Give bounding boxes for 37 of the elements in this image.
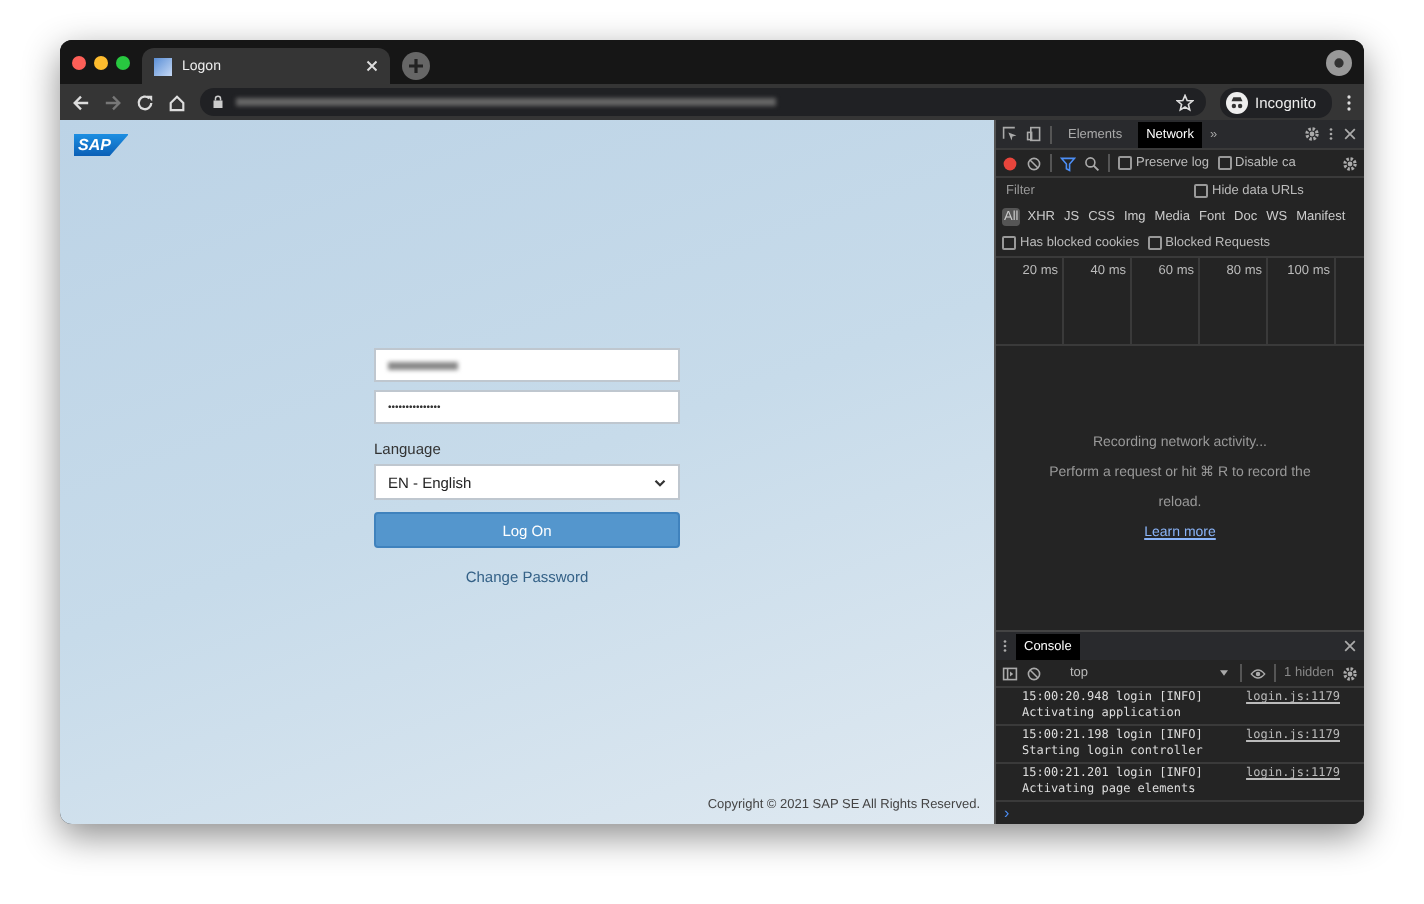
close-drawer-icon[interactable]: [1342, 638, 1358, 654]
drawer-menu-icon[interactable]: [1002, 638, 1008, 654]
lock-icon: [212, 94, 224, 110]
sidebar-icon[interactable]: [1002, 665, 1018, 681]
forward-icon[interactable]: [104, 93, 122, 111]
maximize-window-icon[interactable]: [116, 55, 130, 69]
console-prompt[interactable]: ›: [996, 802, 1364, 824]
console-settings-icon[interactable]: [1342, 665, 1358, 681]
filter-icon[interactable]: [1060, 155, 1076, 171]
new-tab-icon[interactable]: [402, 52, 430, 80]
incognito-icon: [1225, 91, 1248, 113]
bookmark-star-icon[interactable]: [1175, 93, 1194, 111]
settings-icon[interactable]: [1304, 126, 1320, 142]
close-icon[interactable]: [1342, 126, 1358, 142]
username-field[interactable]: [374, 348, 680, 382]
chevron-down-icon: [654, 477, 666, 487]
clear-icon[interactable]: [1026, 155, 1042, 171]
sap-logo: SAP: [74, 134, 129, 156]
browser-menu-icon[interactable]: [1346, 93, 1352, 111]
more-options-icon[interactable]: [1328, 126, 1334, 142]
reload-icon[interactable]: [136, 93, 154, 111]
account-icon[interactable]: [1326, 49, 1352, 75]
network-settings-icon[interactable]: [1342, 155, 1358, 171]
device-toolbar-icon[interactable]: [1026, 126, 1042, 142]
eye-icon[interactable]: [1250, 665, 1267, 681]
dropdown-arrow-icon: [1220, 670, 1229, 676]
back-icon[interactable]: [72, 93, 90, 111]
close-window-icon[interactable]: [72, 55, 86, 69]
favicon-icon: [154, 57, 172, 75]
minimize-window-icon[interactable]: [94, 55, 108, 69]
search-icon[interactable]: [1084, 155, 1100, 171]
record-icon[interactable]: [1002, 155, 1018, 171]
home-icon[interactable]: [168, 93, 186, 111]
inspect-element-icon[interactable]: [1002, 126, 1018, 142]
blurred-username: [388, 361, 458, 369]
clear-console-icon[interactable]: [1026, 665, 1042, 681]
close-tab-icon[interactable]: [366, 60, 378, 72]
